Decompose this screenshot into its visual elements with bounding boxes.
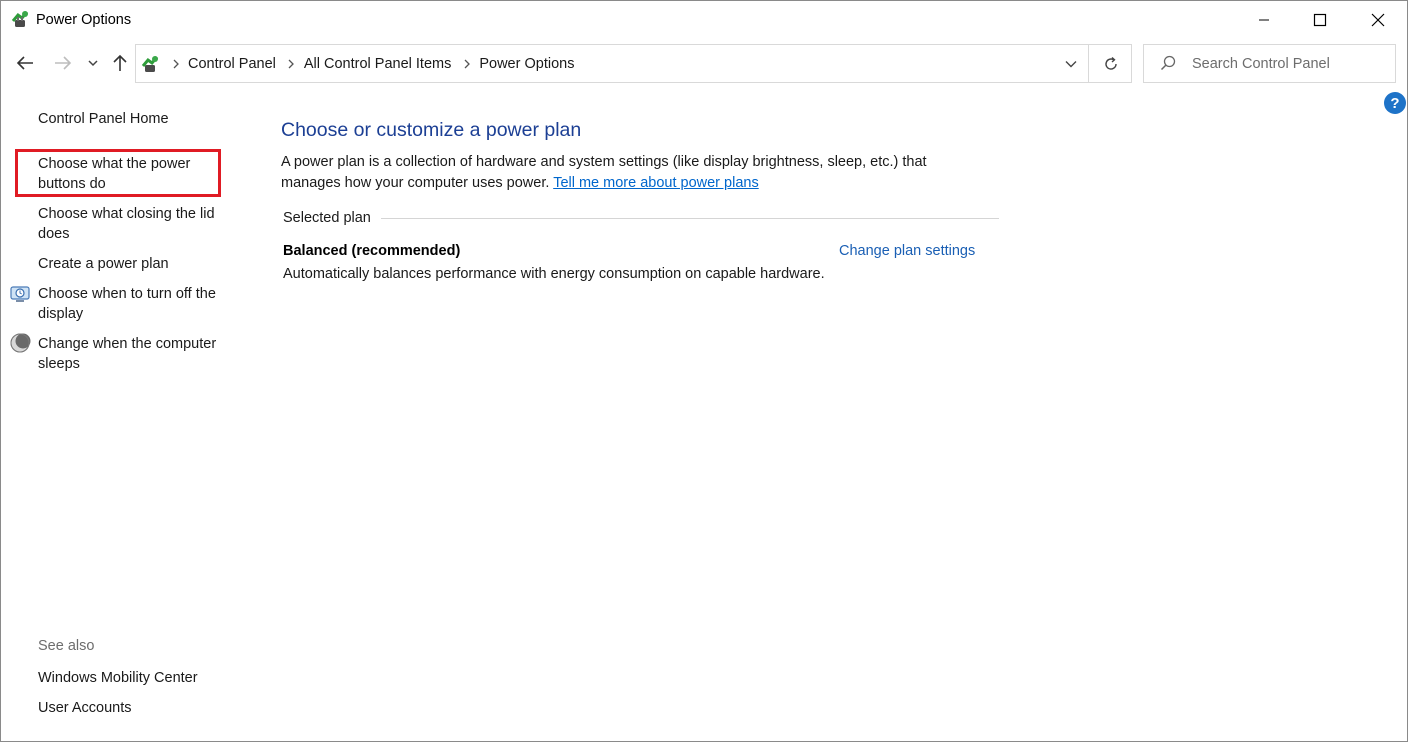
close-icon: [1371, 13, 1385, 27]
maximize-icon: [1313, 13, 1327, 27]
left-task-pane: Control Panel Home Choose what the power…: [1, 96, 241, 736]
search-input[interactable]: [1192, 45, 1388, 82]
search-icon: [1160, 55, 1176, 71]
refresh-button[interactable]: [1088, 44, 1132, 83]
back-button[interactable]: [13, 51, 37, 75]
control-panel-icon: [141, 56, 159, 72]
user-accounts-link[interactable]: User Accounts: [38, 698, 234, 718]
plan-description: Automatically balances performance with …: [283, 266, 825, 282]
forward-button[interactable]: [51, 51, 75, 75]
help-icon[interactable]: ?: [1384, 92, 1406, 114]
breadcrumb-control-panel[interactable]: Control Panel: [188, 56, 280, 72]
sleep-moon-icon: [10, 333, 31, 353]
create-power-plan-link[interactable]: Create a power plan: [38, 254, 234, 274]
chevron-right-icon[interactable]: [164, 45, 188, 82]
chevron-down-icon: [1065, 60, 1077, 67]
navigation-bar: Control Panel All Control Panel Items Po…: [1, 43, 1407, 85]
chevron-right-icon[interactable]: [455, 45, 479, 82]
title-bar[interactable]: Power Options: [1, 1, 1407, 39]
breadcrumb: Control Panel All Control Panel Items Po…: [164, 45, 578, 82]
up-arrow-icon: [113, 54, 127, 71]
maximize-button[interactable]: [1291, 1, 1349, 39]
forward-arrow-icon: [55, 56, 72, 70]
closing-lid-link[interactable]: Choose what closing the lid does: [38, 204, 228, 244]
up-button[interactable]: [108, 51, 132, 75]
breadcrumb-power-options[interactable]: Power Options: [479, 56, 578, 72]
chevron-right-icon[interactable]: [280, 45, 304, 82]
change-plan-settings-link[interactable]: Change plan settings: [839, 243, 975, 259]
address-bar[interactable]: Control Panel All Control Panel Items Po…: [135, 44, 1132, 83]
refresh-icon: [1104, 56, 1117, 70]
selected-plan-label: Selected plan: [283, 210, 379, 226]
power-options-app-icon: [11, 11, 29, 27]
minimize-icon: [1259, 19, 1269, 21]
page-title: Choose or customize a power plan: [281, 119, 582, 141]
turn-off-display-link[interactable]: Choose when to turn off the display: [38, 284, 230, 324]
power-options-window: Power Options Control Panel All Control …: [0, 0, 1408, 742]
recent-locations-button[interactable]: [83, 51, 103, 75]
display-power-icon: [10, 286, 30, 302]
learn-more-link[interactable]: Tell me more about power plans: [553, 175, 759, 191]
page-description: A power plan is a collection of hardware…: [281, 152, 981, 194]
close-button[interactable]: [1349, 1, 1407, 39]
window-title: Power Options: [36, 12, 132, 28]
see-also-label: See also: [38, 638, 95, 654]
plan-name: Balanced (recommended): [283, 243, 461, 259]
search-box[interactable]: [1143, 44, 1396, 83]
group-divider: [381, 218, 999, 219]
power-buttons-link[interactable]: Choose what the power buttons do: [38, 154, 208, 194]
minimize-button[interactable]: [1235, 1, 1293, 39]
back-arrow-icon: [16, 56, 33, 70]
computer-sleeps-link[interactable]: Change when the computer sleeps: [38, 334, 230, 374]
chevron-down-icon: [88, 60, 98, 67]
address-history-dropdown[interactable]: [1054, 45, 1088, 82]
breadcrumb-all-control-panel-items[interactable]: All Control Panel Items: [304, 56, 455, 72]
control-panel-home-link[interactable]: Control Panel Home: [38, 109, 234, 129]
windows-mobility-center-link[interactable]: Windows Mobility Center: [38, 668, 234, 688]
